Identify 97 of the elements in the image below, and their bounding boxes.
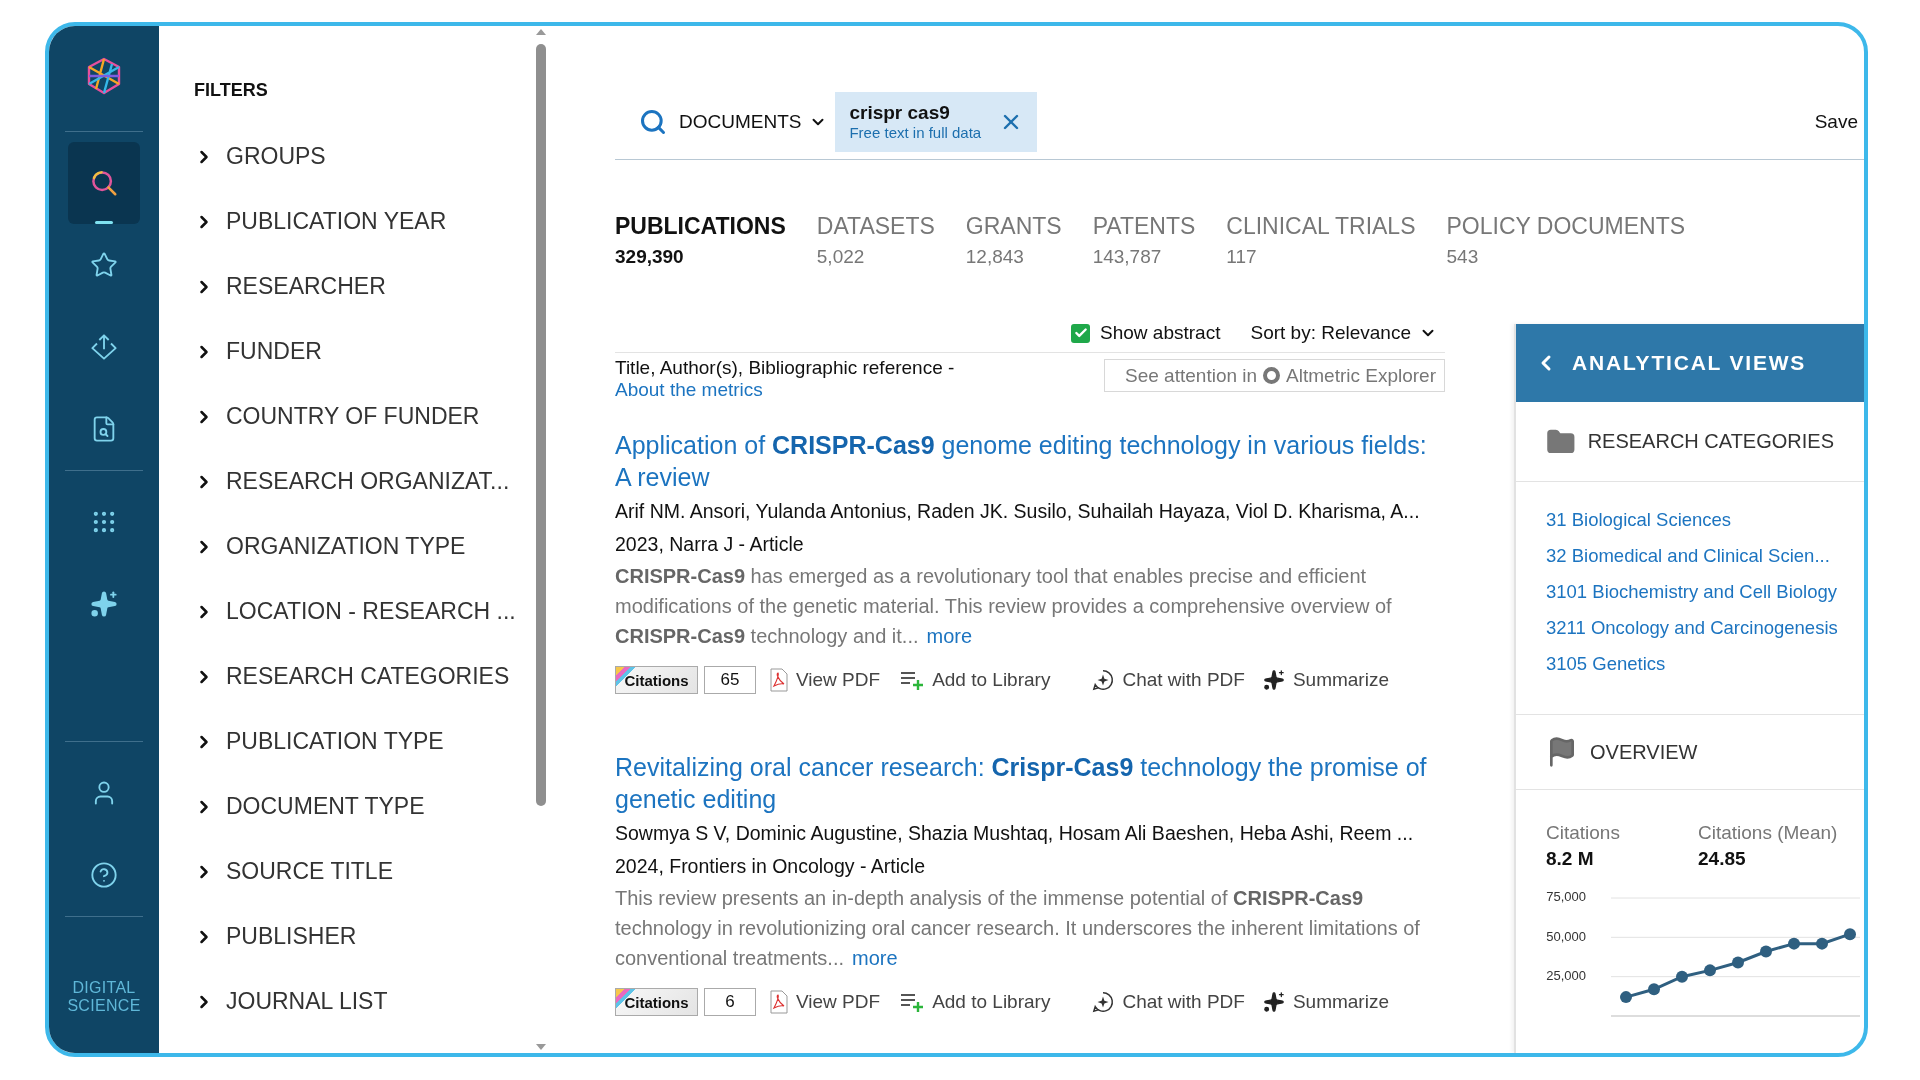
chart-point [1620,991,1632,1004]
more-link[interactable]: more [852,947,898,969]
filter-item[interactable]: RESEARCH CATEGORIES [194,644,510,709]
brand-logo-text: DIGITAL SCIENCE [66,979,142,1015]
result-action-button[interactable]: Summarize [1262,669,1389,691]
result-action-button[interactable]: Add to Library [900,991,1051,1013]
tab[interactable]: GRANTS 12,843 [965,212,1062,274]
result-abstract: CRISPR-Cas9 has emerged as a revolutionary tool that enables precise and efficient modifications of the genetic material. This review provides a comprehensive overview of CRISPR-Cas9 technology and it... more [615,564,1393,649]
pdf-file-icon [770,990,788,1014]
sparkle-icon [1262,991,1285,1013]
result-action-button[interactable]: Chat with PDF [1092,991,1245,1013]
scope-dropdown[interactable]: DOCUMENTS [679,110,836,133]
filter-item[interactable]: SOURCE TITLE [194,839,393,904]
tab[interactable]: PUBLICATIONS 329,390 [615,212,786,274]
search-icon [89,168,119,198]
ring-icon [1263,367,1281,384]
add-to-list-icon [900,670,925,690]
tab[interactable]: CLINICAL TRIALS 117 [1226,212,1416,274]
filters-title: FILTERS [194,79,269,102]
stat-value: 8.2 M [1546,847,1595,871]
result-source: 2023, Narra J - Article [615,532,805,557]
chart-point [1788,937,1800,950]
search-icon [639,107,667,136]
axis-tick-label: 25,000 [1546,968,1586,984]
result-action-button[interactable]: View PDF [770,990,881,1014]
add-to-list-icon [900,992,925,1012]
filter-item[interactable]: RESEARCH ORGANIZAT... [194,449,510,514]
section-title: OVERVIEW [1590,740,1698,764]
filter-item[interactable]: PUBLICATION TYPE [194,709,444,774]
more-link[interactable]: more [926,625,973,647]
chart-point [1648,983,1660,996]
result-authors: Sowmya S V, Dominic Augustine, Shazia Mushtaq, Hosam Ali Baeshen, Heba Ashi, Reem ... [615,821,1415,846]
result-authors: Arif NM. Ansori, Yulanda Antonius, Raden JK. Susilo, Suhailah Hayaza, Viol D. Kharisma, A... [615,499,1421,524]
column-description: Title, Author(s), Bibliographic reference - [615,357,955,379]
result-action-button[interactable]: Summarize [1262,991,1389,1013]
panel-header-button[interactable]: ANALYTICAL VIEWS [1516,324,1864,402]
filter-item[interactable]: FUNDER [194,319,322,384]
filter-item[interactable]: LOCATION - RESEARCH ... [194,579,516,644]
scroll-down-icon[interactable] [534,1043,547,1051]
filter-item[interactable]: RESEARCHER [194,254,386,319]
citations-badge[interactable]: Citations [615,988,698,1016]
axis-tick-label: 50,000 [1546,928,1586,944]
filter-item[interactable]: ORGANIZATION TYPE [194,514,466,579]
chart-point [1844,928,1856,941]
sparkle-icon [90,590,118,618]
chart-point [1816,937,1828,950]
filter-item[interactable]: JOURNAL LIST [194,969,388,1034]
metrics-link[interactable]: About the metrics [615,379,955,401]
save-button[interactable]: Save [1814,110,1864,133]
stat-label: Citations (Mean) [1698,821,1839,845]
result-action-button[interactable]: View PDF [770,668,881,692]
altmetric-button[interactable]: See attention in Altmetric Explorer [1104,359,1445,392]
nav-button[interactable] [68,142,140,224]
sparkle-icon [1262,669,1285,691]
result-title-link[interactable]: Revitalizing oral cancer research: Crispr-Cas9 technology the promise of genetic editing [615,751,1445,815]
tab[interactable]: DATASETS 5,022 [816,212,935,274]
scroll-up-icon[interactable] [534,28,547,36]
search-hint: Free text in full data [849,124,982,141]
category-link[interactable]: 3211 Oncology and Carcinogenesis [1546,610,1864,646]
help-icon [90,861,118,889]
tab[interactable]: PATENTS 143,787 [1092,212,1196,274]
filter-item[interactable]: PUBLICATION YEAR [194,189,447,254]
citation-count: 65 [704,666,756,694]
tab[interactable]: POLICY DOCUMENTS 543 [1446,212,1686,274]
result-title-link[interactable]: Application of CRISPR-Cas9 genome editing technology in various fields: A review [615,429,1445,493]
stat-label: Citations [1546,821,1621,845]
chart-point [1760,945,1772,958]
filter-item[interactable]: PUBLISHER [194,904,357,969]
chart-point [1732,956,1744,969]
check-icon [1073,326,1088,340]
chart-point [1704,964,1716,977]
chat-sparkle-icon [1092,991,1115,1013]
diamond-arrow-icon [90,333,118,361]
category-link[interactable]: 31 Biological Sciences [1546,502,1864,538]
result-abstract: This review presents an in-depth analysis of the immense potential of CRISPR-Cas9 technology in revolutionizing oral cancer research. It underscores the inherent limitations of conventional treatments... more [615,886,1421,971]
chat-sparkle-icon [1092,669,1115,691]
result-action-button[interactable]: Add to Library [900,669,1051,691]
chart-point [1676,970,1688,983]
section-title: RESEARCH CATEGORIES [1587,430,1834,453]
sort-dropdown[interactable]: Sort by: Relevance [1250,322,1437,344]
citations-badge[interactable]: Citations [615,666,698,694]
category-link[interactable]: 3105 Genetics [1546,646,1864,682]
filter-item[interactable]: GROUPS [194,124,326,189]
citation-count: 6 [704,988,756,1016]
star-icon [90,251,118,279]
scrollbar-thumb[interactable] [535,44,546,806]
category-link[interactable]: 32 Biomedical and Clinical Scien... [1546,538,1864,574]
category-link[interactable]: 3101 Biochemistry and Cell Biology [1546,574,1864,610]
filter-item[interactable]: COUNTRY OF FUNDER [194,384,480,449]
result-action-button[interactable]: Chat with PDF [1092,669,1245,691]
search-query: crispr cas9 [849,102,951,124]
pdf-file-icon [770,668,788,692]
filter-item[interactable]: DOCUMENT TYPE [194,774,425,839]
show-abstract-checkbox[interactable]: Show abstract [1071,322,1221,344]
axis-tick-label: 75,000 [1546,890,1586,905]
result-source: 2024, Frontiers in Oncology - Article [615,854,926,879]
stat-value: 24.85 [1698,847,1747,871]
